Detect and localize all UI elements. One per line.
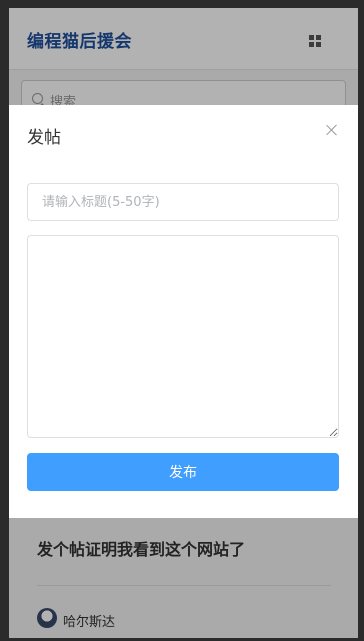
close-icon[interactable] — [325, 123, 339, 137]
publish-button[interactable]: 发布 — [27, 453, 339, 491]
app-frame: 编程猫后援会 搜索 发个帖证明我看到这个网站了 哈尔斯达 发帖 发布 — [9, 8, 358, 638]
post-title-input[interactable] — [27, 183, 339, 221]
post-body-textarea[interactable] — [27, 235, 339, 438]
new-post-dialog: 发帖 发布 — [9, 105, 358, 518]
dialog-title: 发帖 — [27, 128, 61, 148]
